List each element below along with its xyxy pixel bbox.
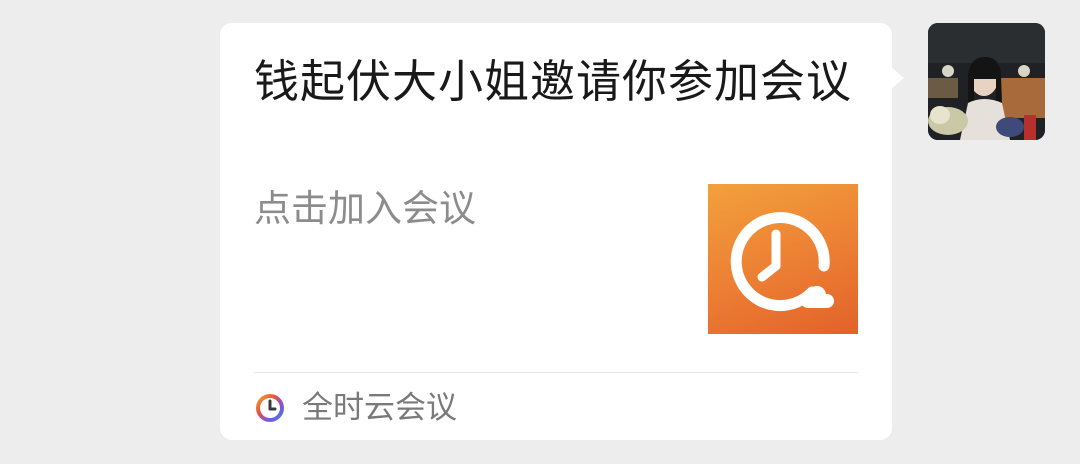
- quanshi-logo-icon: [254, 392, 286, 424]
- card-footer: 全时云会议: [254, 383, 457, 433]
- card-title: 钱起伏大小姐邀请你参加会议: [254, 55, 853, 108]
- user-avatar[interactable]: [928, 23, 1045, 140]
- bubble-tail: [890, 66, 904, 90]
- card-description: 点击加入会议: [254, 187, 476, 230]
- chat-screen: 钱起伏大小姐邀请你参加会议 点击加入会议 全时云会议: [0, 0, 1080, 464]
- meeting-invite-card[interactable]: 钱起伏大小姐邀请你参加会议 点击加入会议 全时云会议: [220, 23, 892, 440]
- alarm-clock-cloud-icon: [708, 184, 858, 334]
- card-divider: [254, 372, 858, 373]
- app-name-label: 全时云会议: [302, 390, 457, 426]
